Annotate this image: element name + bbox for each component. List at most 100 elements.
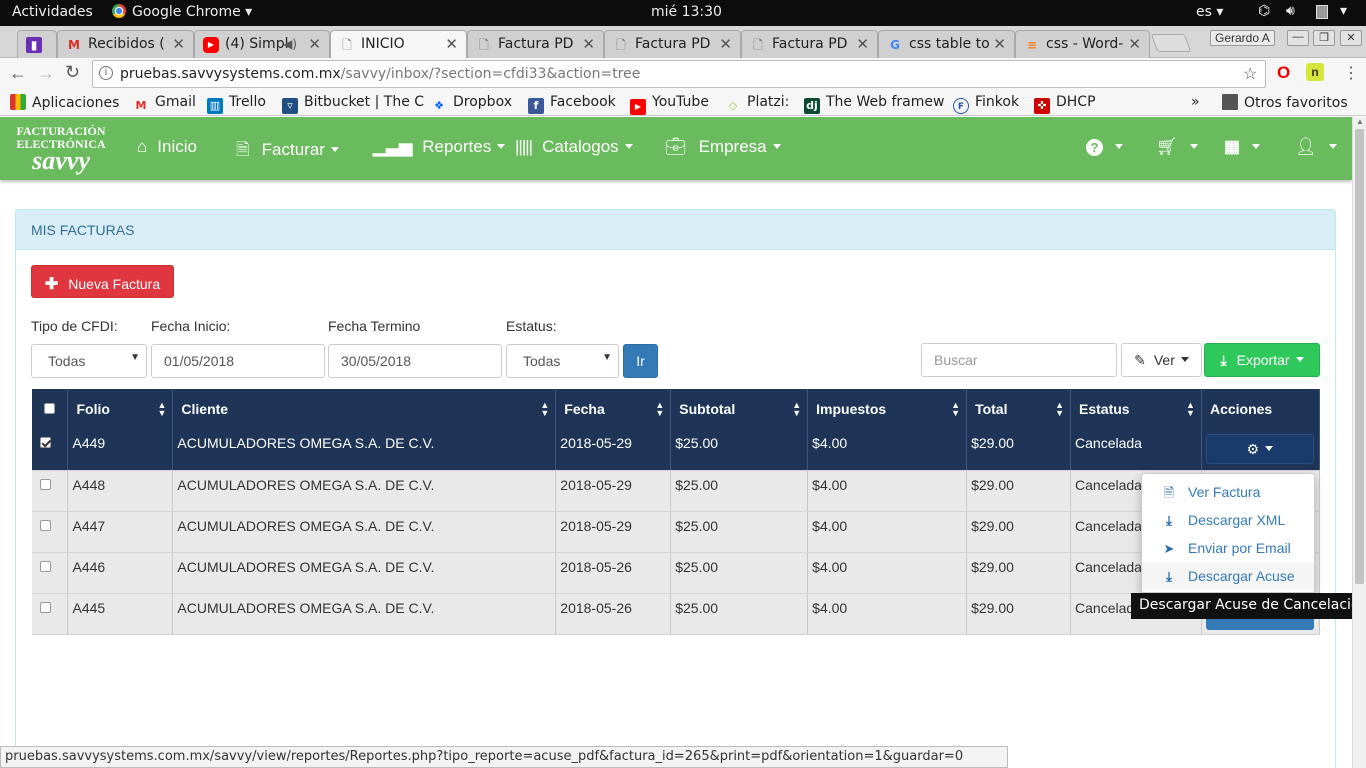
page-scrollbar[interactable]: ▲ [1352,117,1366,768]
menu-item-ver-factura[interactable]: 🗎 Ver Factura [1142,478,1314,506]
tab-factura-pdf-1[interactable]: 🗋 Factura PD ✕ [467,30,604,58]
row-checkbox[interactable] [40,560,51,572]
reload-icon[interactable]: ↻ [65,62,80,83]
nav-catalogos[interactable]: ||||| Catalogos [515,137,633,157]
close-tab-icon[interactable]: ✕ [582,35,595,53]
tab-gmail[interactable]: M Recibidos ( ✕ [57,30,194,58]
close-tab-icon[interactable]: ✕ [308,35,321,53]
close-tab-icon[interactable]: ✕ [1128,35,1141,53]
bookmark-django[interactable]: dj The Web framew [804,94,944,114]
bookmark-youtube[interactable]: ▶ YouTube [630,94,709,115]
opera-extension-icon[interactable]: O [1277,63,1290,83]
speaker-icon[interactable]: ◀) [283,37,297,51]
nav-empresa[interactable]: 💼︎ Empresa [665,137,781,157]
column-impuestos[interactable]: Impuestos ▲ ▼ [807,389,968,429]
close-tab-icon[interactable]: ✕ [719,35,732,53]
restore-window-button[interactable]: ❐ [1313,30,1335,46]
bookmark-facebook[interactable]: f Facebook [528,94,616,114]
bookmark-otros-favoritos[interactable]: Otros favoritos [1222,94,1348,111]
column-subtotal[interactable]: Subtotal ▲ ▼ [670,389,809,429]
nav-user[interactable]: 👤︎ [1295,137,1337,157]
volume-icon[interactable]: 🔊︎ [1286,3,1295,19]
nav-inicio[interactable]: ⌂ Inicio [137,137,197,157]
tab-factura-pdf-2[interactable]: 🗋 Factura PD ✕ [604,30,741,58]
address-bar[interactable]: i pruebas.savvysystems.com.mx/savvy/inbo… [92,60,1266,88]
row-checkbox[interactable] [40,519,51,531]
nav-help[interactable]: ? [1086,137,1123,157]
system-menu-caret[interactable]: ▾ [1340,3,1347,19]
search-input[interactable]: Buscar [921,343,1117,377]
network-icon[interactable]: ⌬ [1258,3,1270,19]
back-icon[interactable]: ← [9,63,27,84]
fecha-termino-input[interactable]: 30/05/2018 [328,344,502,378]
bookmark-gmail[interactable]: M Gmail [133,94,196,114]
column-total[interactable]: Total ▲ ▼ [966,389,1072,429]
menu-item-enviar-email[interactable]: ➤ Enviar por Email [1142,534,1314,562]
menu-item-descargar-xml[interactable]: ⤓ Descargar XML [1142,506,1314,534]
tipo-cfdi-select[interactable]: Todas ▼ [31,344,147,378]
column-estatus[interactable]: Estatus ▲ ▼ [1070,389,1202,429]
column-folio[interactable]: Folio ▲ ▼ [67,389,174,429]
row-checkbox[interactable] [40,601,51,613]
scrollbar-thumb[interactable] [1355,129,1364,584]
extension-icon[interactable]: n [1306,63,1324,81]
close-tab-icon[interactable]: ✕ [445,35,458,53]
scroll-up-icon[interactable]: ▲ [1356,117,1364,126]
battery-icon[interactable] [1316,5,1328,19]
exportar-button[interactable]: ⤓ Exportar [1204,343,1320,377]
column-cliente[interactable]: Cliente ▲ ▼ [172,389,557,429]
row-checkbox[interactable] [40,478,51,490]
close-tab-icon[interactable]: ✕ [856,35,869,53]
estatus-select[interactable]: Todas ▼ [506,344,619,378]
table-row[interactable]: A445 ACUMULADORES OMEGA S.A. DE C.V. 201… [32,593,1321,635]
fecha-inicio-input[interactable]: 01/05/2018 [151,344,325,378]
new-tab-button[interactable] [1150,34,1192,52]
new-invoice-button[interactable]: ✚ Nueva Factura [31,265,174,298]
go-button[interactable]: Ir [623,344,658,378]
nav-facturar[interactable]: 🗎 Facturar [236,137,339,166]
input-language[interactable]: es ▾ [1196,4,1223,20]
table-row[interactable]: A449 ACUMULADORES OMEGA S.A. DE C.V. 201… [32,429,1321,471]
table-row[interactable]: A447 ACUMULADORES OMEGA S.A. DE C.V. 201… [32,511,1321,553]
app-menu[interactable]: Google Chrome ▾ [112,4,252,20]
select-all-checkbox[interactable] [44,403,55,414]
bookmark-dropbox[interactable]: ❖ Dropbox [431,94,512,114]
tab-stackoverflow[interactable]: ≡ css - Word- ✕ [1015,30,1150,58]
activities-button[interactable]: Actividades [12,4,93,20]
bookmark-star-icon[interactable]: ☆ [1243,64,1257,84]
bookmark-finkok[interactable]: F Finkok [953,94,1019,114]
bookmark-bitbucket[interactable]: ▿ Bitbucket | The C [282,94,424,114]
column-fecha[interactable]: Fecha ▲ ▼ [555,389,672,429]
nav-reportes[interactable]: ▁▃▅ Reportes [373,137,506,157]
clock[interactable]: mié 13:30 [651,4,722,20]
actions-menu-button[interactable] [1205,617,1314,630]
actions-menu-button[interactable]: ⚙ [1205,434,1314,464]
table-row[interactable]: A448 ACUMULADORES OMEGA S.A. DE C.V. 201… [32,470,1321,512]
menu-item-descargar-acuse[interactable]: ⤓ Descargar Acuse [1142,562,1314,590]
tab-youtube[interactable]: ▶ (4) Simpl ◀) ✕ [194,30,330,58]
bookmark-dhcp[interactable]: ✜ DHCP [1034,94,1096,114]
ver-columns-button[interactable]: ✎ Ver [1121,343,1202,377]
close-tab-icon[interactable]: ✕ [172,35,185,53]
bookmarks-overflow-icon[interactable]: » [1191,94,1200,110]
chevron-down-icon [330,147,339,152]
bookmark-trello[interactable]: ▥ Trello [207,94,266,114]
table-row[interactable]: A446 ACUMULADORES OMEGA S.A. DE C.V. 201… [32,552,1321,594]
minimize-window-button[interactable]: — [1287,30,1309,46]
chrome-menu-icon[interactable]: ⋮ [1343,63,1359,83]
tab-factura-pdf-3[interactable]: 🗋 Factura PD ✕ [741,30,878,58]
forward-icon[interactable]: → [37,63,55,84]
info-icon[interactable]: i [99,66,113,80]
tab-pinned-trello[interactable]: ▮ [17,30,57,58]
profile-button[interactable]: Gerardo A [1210,30,1275,46]
nav-cart[interactable]: 🛒︎ [1156,137,1198,157]
bookmark-platzi[interactable]: ◇ Platzi: [725,94,790,114]
close-tab-icon[interactable]: ✕ [993,35,1006,53]
row-checkbox[interactable] [40,437,51,448]
tab-google-search[interactable]: G css table to ✕ [878,30,1015,58]
tab-inicio[interactable]: 🗋 INICIO ✕ [330,30,467,59]
savvy-logo[interactable]: FACTURACIÓN ELECTRÓNICA savvy [14,125,108,175]
bookmark-aplicaciones[interactable]: Aplicaciones [10,94,119,111]
nav-apps[interactable]: ▦ [1224,137,1261,157]
close-window-button[interactable]: ✕ [1340,30,1362,46]
